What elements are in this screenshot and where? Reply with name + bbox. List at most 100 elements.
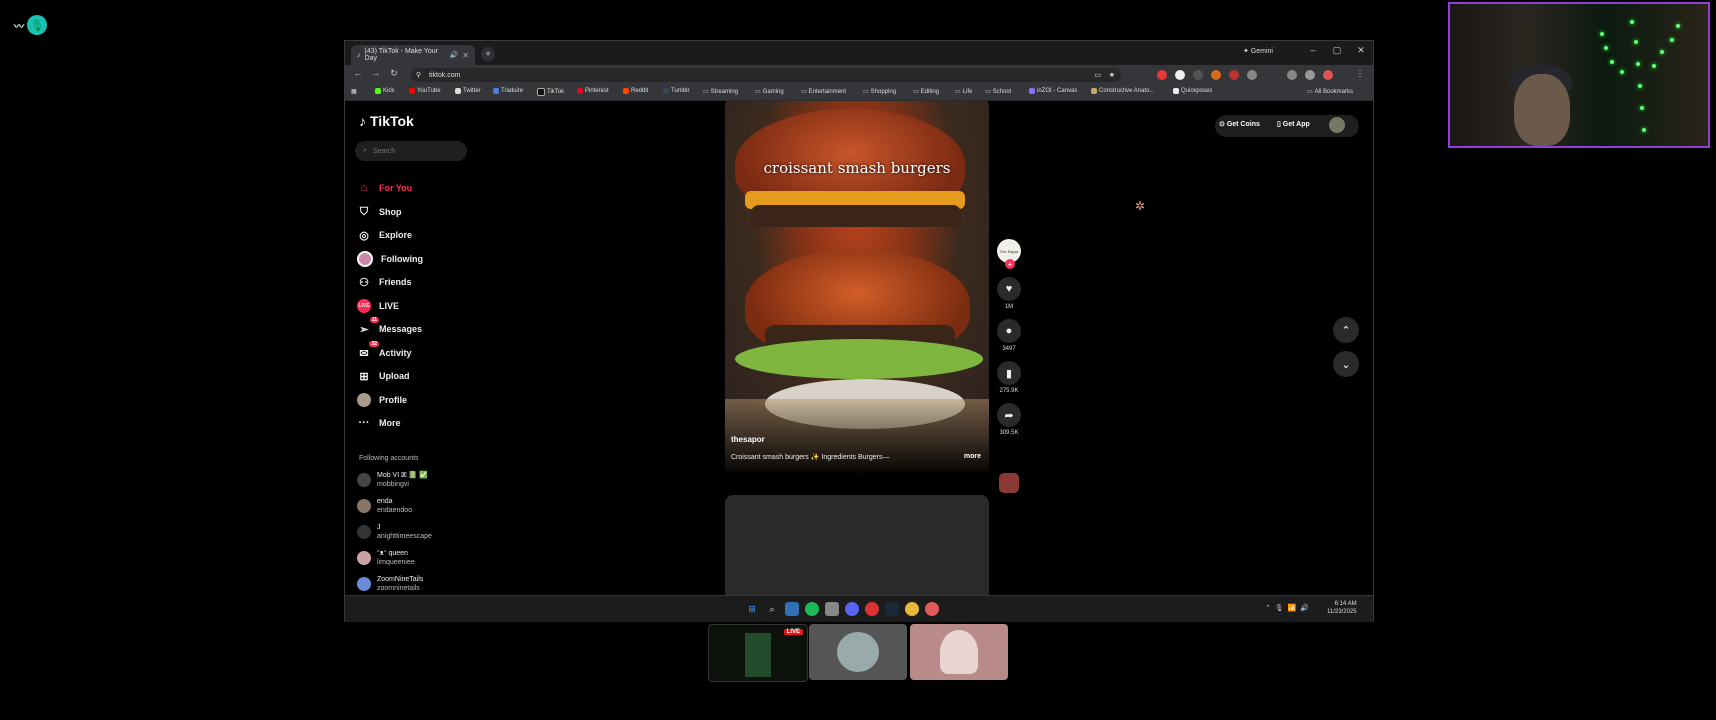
following-account[interactable]: Janighttimeescape: [357, 523, 432, 541]
folder-icon: ▭: [755, 89, 761, 95]
bookmark-constructive-anatomy[interactable]: Constructive Anato...: [1091, 88, 1154, 94]
nav-more[interactable]: ··· More: [357, 414, 401, 432]
obs-icon[interactable]: [865, 602, 879, 616]
system-tray[interactable]: ⌃ 🎙 📶 🔊: [1265, 604, 1309, 612]
get-app-button[interactable]: ▯ Get App: [1277, 120, 1310, 128]
spotify-icon[interactable]: [805, 602, 819, 616]
bookmark-pinterest[interactable]: Pinterest: [577, 88, 609, 94]
video-username[interactable]: thesapor: [731, 435, 765, 444]
following-account[interactable]: ᵔᴥᵔ queen limqueeniee: [357, 549, 415, 567]
following-account[interactable]: enda endaendoo: [357, 497, 412, 515]
save-button[interactable]: ▮: [997, 361, 1021, 385]
nav-profile[interactable]: Profile: [357, 391, 407, 409]
share-button[interactable]: ➦: [997, 403, 1021, 427]
all-bookmarks-button[interactable]: ▭ All Bookmarks: [1307, 88, 1353, 96]
compass-icon: ◎: [359, 229, 369, 242]
more-button[interactable]: more: [964, 453, 981, 460]
steam-icon[interactable]: [885, 602, 899, 616]
site-info-icon[interactable]: ⚲: [416, 71, 421, 79]
next-video-placeholder[interactable]: [725, 495, 989, 595]
bookmark-youtube[interactable]: YouTube: [409, 88, 441, 94]
bookmark-folder-life[interactable]: ▭ Life: [955, 88, 972, 96]
bookmark-reddit[interactable]: Reddit: [623, 88, 648, 94]
tab-tiktok[interactable]: ♪ (43) TikTok - Make Your Day 🔊 ✕: [351, 45, 475, 65]
comment-button[interactable]: ●: [997, 319, 1021, 343]
bookmark-folder-gaming[interactable]: ▭ Gaming: [755, 88, 784, 96]
menu-icon[interactable]: ⋮: [1353, 68, 1367, 79]
nav-explore[interactable]: ◎ Explore: [357, 226, 412, 244]
nav-activity[interactable]: ✉ 32 Activity: [357, 341, 412, 362]
photos-icon[interactable]: [825, 602, 839, 616]
nav-for-you[interactable]: ⌂ For You: [357, 179, 413, 197]
cast-icon[interactable]: ▭: [1094, 71, 1101, 79]
following-account[interactable]: Mob VI 🗷 📗 ✅ mobbingvi: [357, 471, 428, 489]
search-input[interactable]: ⌕ Search: [355, 141, 467, 161]
profile-icon[interactable]: [1323, 70, 1333, 80]
next-video-button[interactable]: ⌄: [1333, 351, 1359, 377]
reload-icon[interactable]: ↻: [387, 68, 401, 79]
bookmark-folder-entertainment[interactable]: ▭ Entertainment: [801, 88, 846, 96]
bookmark-quickposes[interactable]: Quickposes: [1173, 88, 1212, 94]
forward-icon[interactable]: →: [369, 68, 383, 78]
close-tab-icon[interactable]: ✕: [462, 51, 469, 60]
bookmark-kick[interactable]: Kick: [375, 88, 394, 94]
previous-video-button[interactable]: ⌃: [1333, 317, 1359, 343]
bookmark-star-icon[interactable]: ★: [1109, 71, 1115, 79]
nav-label: More: [379, 418, 401, 428]
extension-orange-icon[interactable]: [1211, 70, 1221, 80]
bookmark-folder-school[interactable]: ▭ School: [985, 88, 1011, 96]
download-icon[interactable]: [1305, 70, 1315, 80]
bookmark-folder-streaming[interactable]: ▭ Streaming: [703, 88, 738, 96]
discord-icon[interactable]: [845, 602, 859, 616]
nav-friends[interactable]: ⚇ Friends: [357, 273, 411, 291]
apps-grid-icon[interactable]: ▦: [351, 88, 357, 95]
nav-live[interactable]: LIVE LIVE: [357, 297, 399, 315]
bookmark-tiktok[interactable]: TikTok: [537, 88, 564, 96]
following-account[interactable]: ZoomNineTails zoomninetails: [357, 575, 423, 593]
extension-box-icon[interactable]: [1229, 70, 1239, 80]
stream-thumbnail-globe[interactable]: [910, 624, 1008, 680]
stream-thumbnail-live[interactable]: LIVE: [708, 624, 808, 682]
extensions-puzzle-icon[interactable]: [1247, 70, 1257, 80]
bookmark-folder-shopping[interactable]: ▭ Shopping: [863, 88, 896, 96]
tiktok-logo[interactable]: ♪ TikTok: [359, 113, 414, 129]
taskbar-search-icon[interactable]: ⌕: [765, 602, 779, 616]
video-description: Croissant smash burgers ✨ Ingredients Bu…: [731, 454, 890, 461]
chrome-icon[interactable]: [905, 602, 919, 616]
notepad-icon[interactable]: [785, 602, 799, 616]
bookmark-tumblr[interactable]: Tumblr: [663, 88, 689, 94]
stream-thumbnail-car[interactable]: [809, 624, 907, 680]
windows-start-icon[interactable]: ⊞: [745, 602, 759, 616]
nav-shop[interactable]: ⛉ Shop: [357, 203, 402, 221]
minimize-icon[interactable]: –: [1305, 45, 1321, 55]
bookmark-inzoi-canvas[interactable]: inZOI - Canvas: [1029, 88, 1077, 94]
bookmark-traduire[interactable]: Traduire: [493, 88, 523, 94]
side-panel-icon[interactable]: [1287, 70, 1297, 80]
new-tab-button[interactable]: +: [481, 47, 495, 61]
video-player[interactable]: croissant smash burgers thesapor Croissa…: [725, 101, 989, 473]
back-icon[interactable]: ←: [351, 68, 365, 78]
speaker-icon[interactable]: 🔊: [450, 51, 459, 59]
user-avatar[interactable]: [1329, 117, 1345, 133]
music-disc-icon[interactable]: [999, 473, 1019, 493]
extension-diamond-icon[interactable]: [1175, 70, 1185, 80]
bookmark-folder-editing[interactable]: ▭ Editing: [913, 88, 939, 96]
like-button[interactable]: ♥: [997, 277, 1021, 301]
close-window-icon[interactable]: ✕: [1353, 45, 1369, 56]
follow-plus-icon[interactable]: +: [1005, 259, 1015, 269]
gemini-button[interactable]: ✦ Gemini: [1243, 47, 1273, 55]
taskbar-clock[interactable]: 6:14 AM 11/23/2025: [1327, 600, 1357, 616]
nav-messages[interactable]: ➢ 11 Messages: [357, 317, 422, 338]
chrome-profile-icon[interactable]: [925, 602, 939, 616]
nav-upload[interactable]: ⊞ Upload: [357, 367, 409, 385]
bookmark-twitter[interactable]: Twitter: [455, 88, 481, 94]
following-avatar-icon: [357, 251, 373, 267]
extension-red-icon[interactable]: [1157, 70, 1167, 80]
folder-icon: ▭: [703, 89, 709, 95]
get-coins-button[interactable]: ⊙ Get Coins: [1219, 120, 1260, 128]
clock-date: 11/23/2025: [1327, 609, 1357, 615]
extension-play-icon[interactable]: [1193, 70, 1203, 80]
address-bar[interactable]: ⚲ tiktok.com ▭ ★: [411, 68, 1121, 82]
maximize-icon[interactable]: ▢: [1329, 45, 1345, 56]
nav-following[interactable]: Following: [357, 250, 423, 268]
